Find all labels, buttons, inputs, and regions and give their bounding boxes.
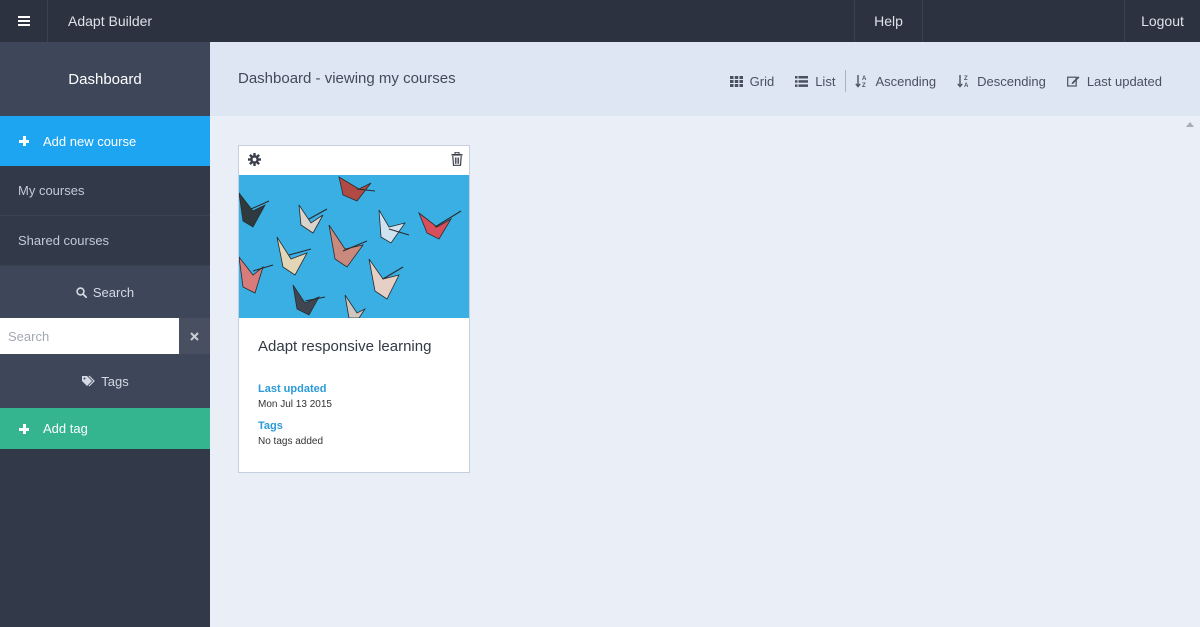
add-tag-label: Add tag: [43, 421, 88, 436]
sort-descending-label: Descending: [977, 73, 1046, 89]
add-tag-button[interactable]: Add tag: [0, 408, 210, 449]
main-header: Dashboard - viewing my courses Grid List…: [210, 42, 1200, 116]
top-bar-spacer: [922, 0, 1124, 42]
card-toolbar: [239, 146, 469, 175]
plus-icon: [18, 423, 30, 435]
grid-view-button[interactable]: Grid: [729, 73, 775, 89]
tags-value: No tags added: [258, 436, 324, 447]
svg-text:Z: Z: [862, 83, 866, 88]
sort-ascending-label: Ascending: [875, 73, 937, 89]
search-section-label: Search: [92, 284, 135, 300]
scroll-up-arrow[interactable]: [1186, 122, 1194, 127]
page-title: Dashboard - viewing my courses: [238, 69, 456, 87]
tags-label: Tags: [258, 420, 283, 432]
sort-alpha-asc-icon: AZ: [855, 74, 868, 88]
trash-icon[interactable]: [451, 151, 463, 169]
course-card[interactable]: Adapt responsive learning Last updated M…: [238, 145, 470, 473]
course-thumbnail[interactable]: [239, 175, 469, 318]
add-new-course-button[interactable]: Add new course: [0, 116, 210, 166]
edit-icon: [1066, 75, 1080, 87]
gear-icon[interactable]: [248, 152, 261, 169]
course-grid[interactable]: Adapt responsive learning Last updated M…: [210, 116, 1200, 627]
sort-ascending-button[interactable]: AZ Ascending: [855, 74, 936, 89]
search-section-header: Search: [0, 266, 210, 318]
plus-icon: [18, 135, 30, 147]
add-new-course-label: Add new course: [43, 133, 137, 149]
grid-icon: [729, 75, 743, 87]
grid-view-label: Grid: [749, 73, 775, 89]
card-body: Adapt responsive learning Last updated M…: [239, 318, 469, 447]
main-area: Dashboard - viewing my courses Grid List…: [210, 42, 1200, 627]
course-title[interactable]: Adapt responsive learning: [258, 338, 450, 355]
close-icon: [190, 329, 199, 344]
sort-alpha-desc-icon: ZA: [957, 74, 970, 88]
search-input[interactable]: [0, 318, 179, 354]
toolbar-divider: [845, 70, 847, 92]
last-updated-value: Mon Jul 13 2015: [258, 399, 332, 410]
sidebar-item-shared-courses[interactable]: Shared courses: [0, 216, 210, 266]
help-link[interactable]: Help: [854, 0, 922, 42]
tags-section-header: Tags: [0, 354, 210, 408]
sidebar-item-my-courses[interactable]: My courses: [0, 166, 210, 216]
list-icon: [795, 75, 809, 87]
sidebar-title: Dashboard: [0, 42, 210, 116]
sort-descending-button[interactable]: ZA Descending: [957, 74, 1046, 89]
tags-section-label: Tags: [101, 373, 129, 389]
svg-text:A: A: [964, 83, 969, 88]
sort-last-updated-label: Last updated: [1086, 73, 1162, 89]
menu-button[interactable]: [0, 0, 48, 42]
list-view-label: List: [815, 73, 836, 89]
last-updated-label: Last updated: [258, 383, 327, 395]
clear-search-button[interactable]: [179, 318, 210, 354]
app-title: Adapt Builder: [68, 13, 153, 29]
view-toolbar: Grid List AZ Ascending ZA Descending Las…: [729, 70, 1162, 92]
hamburger-icon: [17, 16, 30, 26]
svg-text:A: A: [862, 76, 867, 82]
list-view-button[interactable]: List: [795, 74, 835, 89]
search-row: [0, 318, 210, 354]
tags-icon: [81, 375, 96, 387]
search-icon: [76, 286, 87, 298]
svg-text:Z: Z: [964, 76, 968, 82]
sort-last-updated-button[interactable]: Last updated: [1066, 73, 1162, 89]
top-bar: Adapt Builder Help Logout: [0, 0, 1200, 42]
sidebar: Dashboard Add new course My courses Shar…: [0, 42, 210, 627]
logout-link[interactable]: Logout: [1124, 0, 1200, 42]
